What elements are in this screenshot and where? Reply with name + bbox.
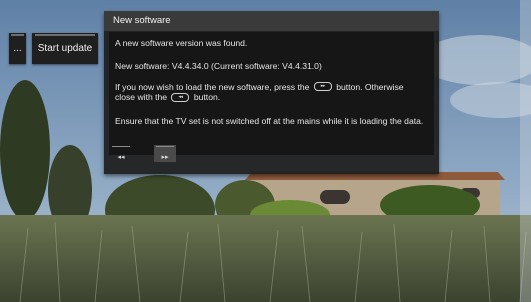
start-update-label: Start update [37, 43, 93, 54]
focus-bar [35, 34, 95, 36]
dialog-line-version: New software: V4.4.34.0 (Current softwar… [115, 61, 322, 71]
previous-button[interactable]: ◂◂ [110, 145, 132, 162]
focus-bar [112, 146, 130, 147]
back-icon: ◂◂ [171, 92, 190, 102]
dialog-line-instructions: If you now wish to load the new software… [115, 82, 425, 103]
instructions-part-c: button. [193, 92, 221, 103]
side-menu-label: ... [13, 43, 22, 54]
side-menu-button[interactable]: ... [9, 33, 26, 64]
dialog-line-warning: Ensure that the TV set is not switched o… [115, 116, 424, 126]
dialog-title: New software [104, 11, 439, 31]
focus-bar [11, 34, 24, 36]
start-update-button[interactable]: Start update [32, 33, 98, 64]
next-button[interactable]: ▸▸ [154, 145, 176, 162]
dialog-line-found: A new software version was found. [115, 38, 248, 48]
focus-bar [156, 146, 174, 147]
next-icon: ▸▸ [313, 82, 332, 92]
dialog-body: A new software version was found. New so… [109, 32, 434, 155]
fast-forward-icon: ▸▸ [161, 154, 169, 161]
instructions-part-a: If you now wish to load the new software… [115, 82, 310, 92]
rewind-icon: ◂◂ [117, 154, 125, 161]
